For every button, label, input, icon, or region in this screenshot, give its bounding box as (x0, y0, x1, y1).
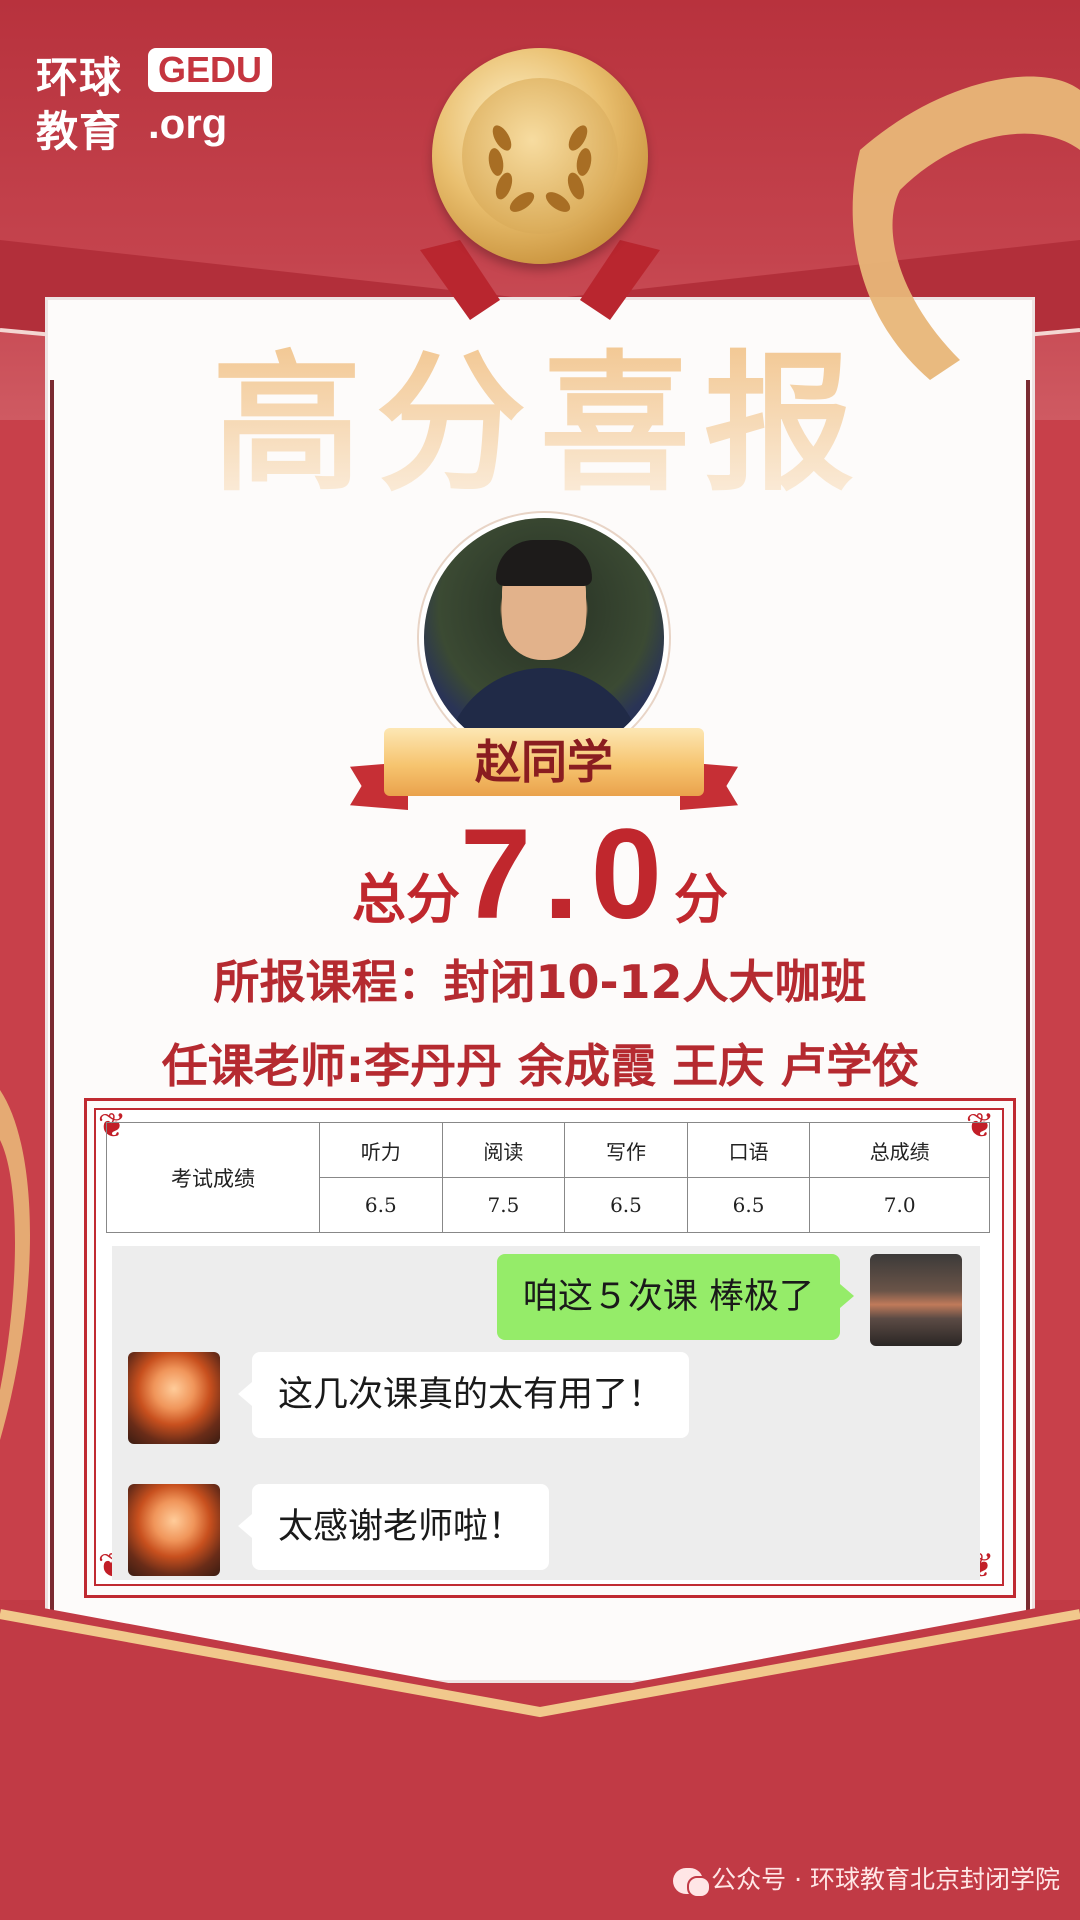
table-row-label: 考试成绩 (106, 1122, 320, 1233)
chat-avatar-student (128, 1352, 220, 1444)
wechat-watermark: 公众号 · 环球教育北京封闭学院 (580, 1860, 1060, 1898)
medal-center (462, 78, 618, 234)
table-header: 写作 (564, 1122, 688, 1178)
table-header: 总成绩 (809, 1122, 990, 1178)
table-header: 阅读 (441, 1122, 566, 1178)
table-cell: 6.5 (564, 1177, 688, 1233)
photo-hair (496, 540, 592, 586)
total-score: 总分7.0分 (0, 810, 1080, 940)
logo-gedu: GEDU (148, 48, 273, 92)
table-cell: 7.5 (441, 1177, 566, 1233)
score-table: 考试成绩 听力 阅读 写作 口语 总成绩 6.5 7.5 6.5 6.5 7.0 (106, 1122, 990, 1233)
logo-text-line1: 环球 (36, 53, 123, 102)
headline-title: 高分喜报 (0, 340, 1080, 510)
laurel-wreath-icon (488, 125, 592, 212)
logo-org: .org (148, 100, 228, 147)
course-info: 所报课程：封闭10-12人大咖班 (213, 955, 867, 1009)
table-cell: 6.5 (686, 1177, 811, 1233)
table-header: 口语 (686, 1122, 811, 1178)
wechat-icon (673, 1868, 712, 1898)
chat-screenshot: 咱这５次课 棒极了 这几次课真的太有用了！ 太感谢老师啦！ (112, 1246, 980, 1580)
bottom-chevron (0, 1600, 1080, 1740)
table-cell: 7.0 (809, 1177, 990, 1233)
table-header: 听力 (319, 1122, 443, 1178)
chat-avatar-teacher (870, 1254, 962, 1346)
teacher-info: 任课老师:李丹丹 余成霞 王庆 卢学佼 (161, 1039, 919, 1093)
student-name: 赵同学 (475, 735, 613, 789)
score-prefix: 总分 (352, 868, 461, 931)
chat-bubble-sent: 咱这５次课 棒极了 (496, 1254, 855, 1340)
table-row: 考试成绩 听力 阅读 写作 口语 总成绩 (106, 1122, 990, 1233)
student-photo (424, 518, 664, 758)
chat-avatar-student (128, 1484, 220, 1576)
watermark-text: 公众号 · 环球教育北京封闭学院 (711, 1865, 1060, 1894)
score-suffix: 分 (673, 868, 728, 931)
score-value: 7.0 (460, 803, 674, 946)
chat-bubble-received: 太感谢老师啦！ (237, 1484, 550, 1570)
table-cell: 6.5 (319, 1177, 443, 1233)
gold-medal-icon (432, 48, 648, 264)
chat-bubble-received: 这几次课真的太有用了！ (237, 1352, 690, 1438)
logo-text-line2: 教育 (36, 107, 123, 156)
poster: 环球 教育 GEDU .org 高分喜报 赵同学 总分7.0分 所报课程：封闭1… (0, 0, 1080, 1920)
